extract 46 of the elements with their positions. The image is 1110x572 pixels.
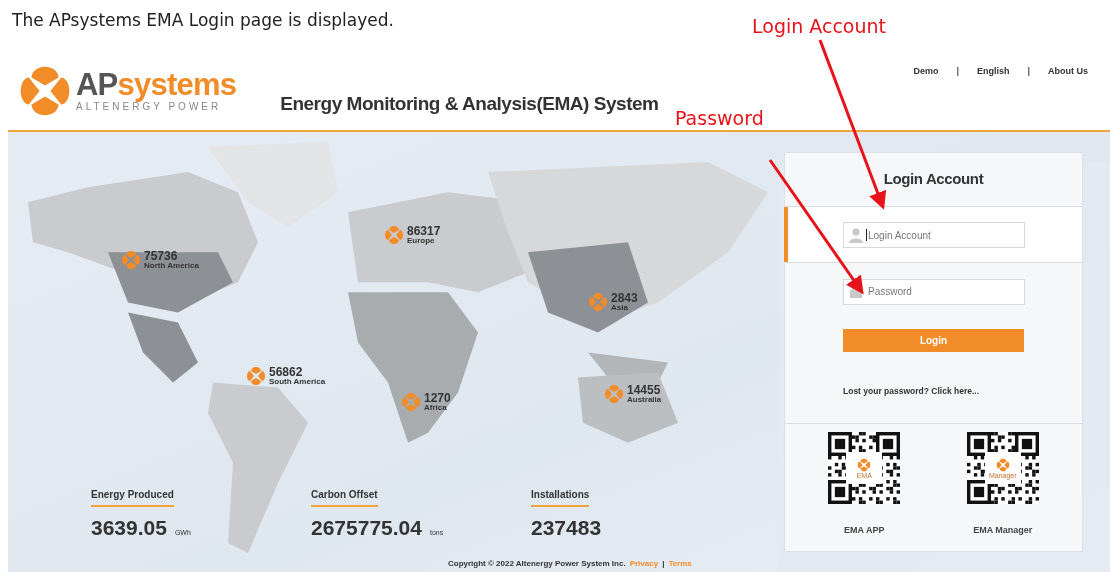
marker-region: South America (269, 378, 326, 386)
password-field[interactable]: Password (843, 278, 1025, 305)
annotation-label: Login Account (752, 14, 886, 39)
forgot-password-link[interactable]: Lost your password? Click here... (843, 386, 980, 396)
site-title: Energy Monitoring & Analysis(EMA) System (280, 92, 659, 116)
app-logo-icon (857, 457, 872, 472)
link-separator: | (1027, 65, 1030, 78)
marker-region: Europe (407, 237, 436, 245)
marker-region: Asia (611, 304, 629, 312)
login-title: Login Account (883, 169, 984, 190)
header-link[interactable]: Demo (913, 65, 939, 79)
marker-count: 14455 (627, 384, 662, 396)
stat-label: Carbon Offset (311, 487, 378, 507)
stat-label: Installations (531, 487, 590, 507)
brand-tagline: ALTENERGY POWER (76, 101, 222, 113)
marker-icon (604, 384, 624, 404)
marker-region: North America (144, 262, 199, 270)
marker-icon (401, 392, 421, 412)
copyright-text: Copyright © 2022 Altenergy Power System Inc. (448, 558, 626, 570)
account-field[interactable]: Login Account (843, 222, 1025, 248)
stat-label: Energy Produced (91, 487, 174, 507)
marker-count: 1270 (424, 392, 451, 404)
link-separator: | (662, 558, 665, 570)
stat-value: 237483 (531, 517, 602, 538)
stat-value: 2675775.04 (311, 517, 422, 538)
link-separator: | (956, 65, 959, 78)
marker-icon (588, 292, 608, 312)
app-label: EMA APP (844, 524, 885, 537)
app-label: EMA Manager (973, 524, 1033, 537)
header-link[interactable]: English (976, 65, 1010, 79)
header-link[interactable]: About Us (1048, 65, 1088, 79)
marker-region: Africa (424, 404, 448, 412)
annotation-label: Password (675, 106, 764, 131)
marker-count: 56862 (269, 366, 304, 378)
marker-count: 86317 (407, 225, 441, 237)
app-logo-icon (995, 457, 1010, 472)
marker-count: 75736 (144, 250, 179, 262)
marker-icon (121, 250, 141, 270)
marker-icon (384, 225, 404, 245)
logo-icon (18, 64, 72, 118)
marker-count: 2843 (611, 292, 638, 304)
stat-value: 3639.05 (91, 517, 167, 538)
marker-icon (246, 366, 266, 386)
user-icon (848, 226, 864, 243)
caption: The APsystems EMA Login page is displayed. (12, 10, 394, 30)
marker-region: Australia (627, 396, 662, 404)
